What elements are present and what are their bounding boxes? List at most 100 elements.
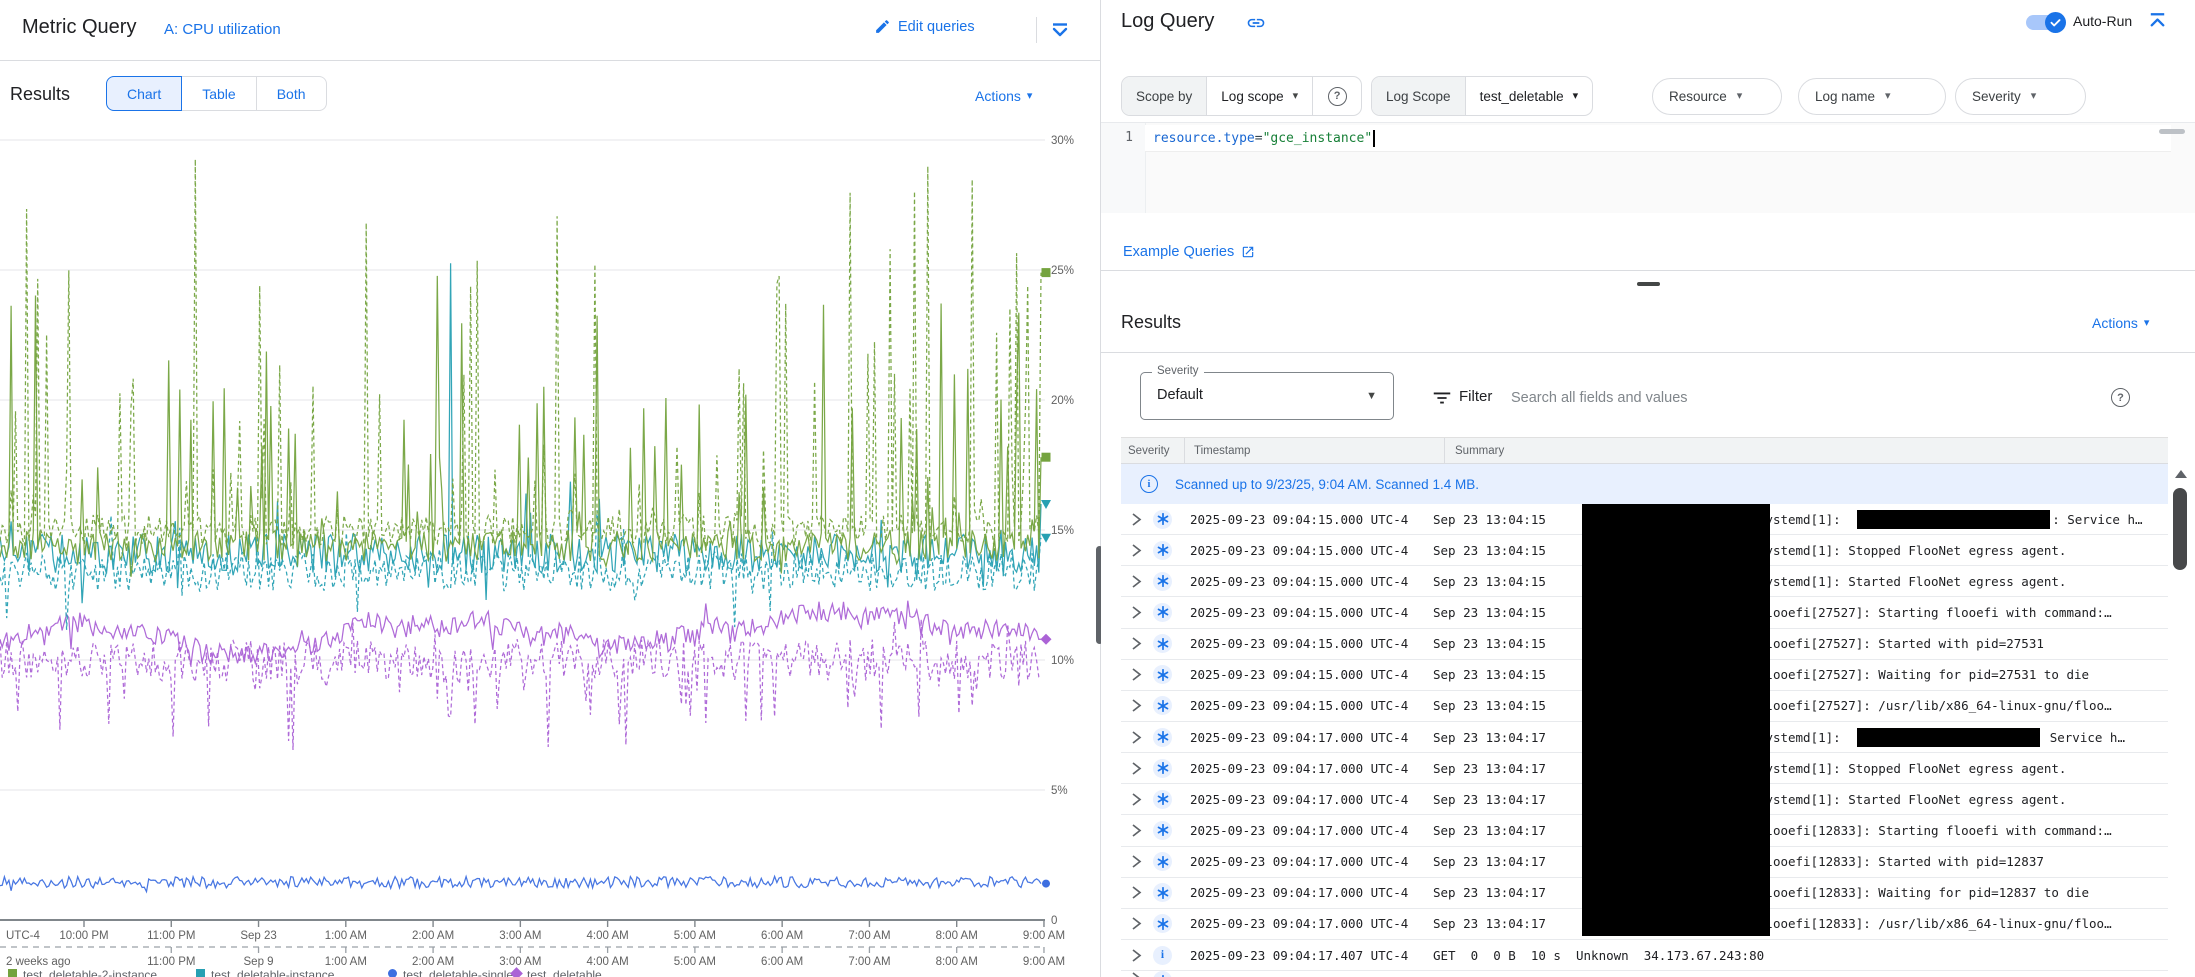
scan-status-banner: i Scanned up to 9/23/25, 9:04 AM. Scanne… (1121, 464, 2168, 504)
log-summary: Sep 23 13:04:15flooefi[27527]: Starting … (1433, 605, 2168, 620)
pill-label: Resource (1669, 89, 1727, 104)
summary-prefix: Sep 23 13:04:15 (1433, 512, 1546, 527)
auto-run-toggle[interactable] (2026, 12, 2066, 32)
expand-chevron-icon[interactable] (1131, 916, 1145, 931)
example-queries-link[interactable]: Example Queries (1123, 244, 1255, 260)
summary-text: Service h… (2042, 730, 2125, 745)
expand-chevron-icon[interactable] (1131, 948, 1145, 963)
column-header-summary[interactable]: Summary (1445, 438, 2168, 463)
expand-chevron-icon[interactable] (1131, 574, 1145, 589)
scroll-up-arrow[interactable] (2175, 470, 2187, 478)
summary-prefix: Sep 23 13:04:17 (1433, 730, 1546, 745)
pill-resource[interactable]: Resource▾ (1652, 78, 1782, 115)
summary-text: systemd[1]: (1758, 730, 1848, 745)
cpu-utilization-chart[interactable]: 5%10%15%20%25%30%0UTC-410:00 PM11:00 PMS… (0, 0, 1100, 977)
expand-chevron-icon[interactable] (1131, 512, 1145, 527)
svg-text:25%: 25% (1051, 265, 1074, 277)
summary-prefix: Sep 23 13:04:15 (1433, 636, 1546, 651)
svg-text:1:00 AM: 1:00 AM (325, 956, 367, 968)
redaction-box (1582, 504, 1770, 936)
link-icon[interactable] (1246, 13, 1266, 33)
log-summary: Sep 23 13:04:17systemd[1]: Started FlooN… (1433, 792, 2168, 807)
info-icon: i (1140, 475, 1158, 493)
open-in-new-icon (1241, 245, 1255, 259)
severity-default-icon (1153, 852, 1172, 871)
auto-run-label: Auto-Run (2073, 13, 2132, 29)
log-results-title: Results (1121, 312, 1181, 333)
log-actions-label: Actions (2092, 315, 2138, 331)
expand-chevron-icon[interactable] (1131, 698, 1145, 713)
expand-chevron-icon[interactable] (1131, 854, 1145, 869)
severity-default-icon (1153, 728, 1172, 747)
chevron-down-icon: ▾ (1573, 91, 1579, 102)
expand-chevron-icon[interactable] (1131, 792, 1145, 807)
svg-text:UTC-4: UTC-4 (6, 930, 40, 942)
legend-item[interactable]: test_deletable-instance (196, 968, 334, 977)
divider (1101, 270, 2195, 271)
svg-text:3:00 AM: 3:00 AM (499, 930, 541, 942)
log-row[interactable]: i2025-09-23 09:04:17.407 UTC-4GET 0 0 B … (1121, 940, 2168, 971)
panel-resize-handle[interactable] (1637, 282, 1660, 286)
expand-chevron-icon[interactable] (1131, 636, 1145, 651)
svg-text:1:00 AM: 1:00 AM (325, 930, 367, 942)
log-timestamp: 2025-09-23 09:04:15.000 UTC-4 (1190, 667, 1433, 682)
editor-code-line[interactable]: resource.type="gce_instance" (1145, 125, 2171, 152)
severity-select-value: Default (1157, 387, 1203, 403)
log-scope-label: Log Scope (1372, 77, 1466, 115)
scope-help-button[interactable]: ? (1312, 77, 1361, 115)
column-header-severity[interactable]: Severity (1121, 438, 1185, 463)
summary-text: flooefi[27527]: Starting flooefi with co… (1758, 605, 2112, 620)
expand-chevron-icon[interactable] (1131, 605, 1145, 620)
search-input[interactable] (1509, 381, 2073, 415)
legend-item[interactable]: test_deletable (512, 968, 602, 977)
log-timestamp: 2025-09-23 09:04:17.000 UTC-4 (1190, 854, 1433, 869)
log-actions-button[interactable]: Actions ▾ (2092, 315, 2149, 331)
expand-chevron-icon[interactable] (1131, 823, 1145, 838)
collapse-up-icon[interactable] (2146, 9, 2169, 32)
severity-default-icon (1153, 883, 1172, 902)
column-header-timestamp[interactable]: Timestamp (1185, 438, 1445, 463)
svg-text:2 weeks ago: 2 weeks ago (6, 956, 71, 968)
log-scope-dropdown-value: test_deletable (1480, 89, 1564, 104)
severity-default-icon (1153, 821, 1172, 840)
scope-dropdown[interactable]: Log scope ▾ (1207, 77, 1312, 115)
divider (1101, 352, 2195, 353)
expand-chevron-icon[interactable] (1131, 761, 1145, 776)
log-summary: Sep 23 13:04:17flooefi[12833]: /usr/lib/… (1433, 916, 2168, 931)
log-query-panel: Log Query Auto-Run Scope by Log scope ▾ … (1101, 0, 2195, 977)
series-end-marker (1041, 500, 1051, 509)
log-timestamp: 2025-09-23 09:04:17.000 UTC-4 (1190, 823, 1433, 838)
summary-prefix: Sep 23 13:04:17 (1433, 823, 1546, 838)
severity-select[interactable]: Severity Default ▼ (1140, 372, 1394, 420)
query-editor[interactable]: 1 resource.type="gce_instance" (1101, 122, 2195, 213)
pill-severity[interactable]: Severity▾ (1955, 78, 2086, 115)
editor-scrollbar[interactable] (2159, 129, 2185, 134)
expand-chevron-icon[interactable] (1131, 730, 1145, 745)
series-end-marker (1041, 534, 1051, 543)
svg-text:9:00 AM: 9:00 AM (1023, 930, 1065, 942)
code-operator: = (1255, 131, 1263, 146)
filter-help-button[interactable]: ? (2111, 388, 2130, 407)
expand-chevron-icon[interactable] (1131, 667, 1145, 682)
pill-log-name[interactable]: Log name▾ (1798, 78, 1946, 115)
table-header: Severity Timestamp Summary (1121, 437, 2168, 464)
scope-dropdown-value: Log scope (1221, 89, 1283, 104)
legend-item[interactable]: test_deletable-single (388, 968, 513, 977)
legend-marker-icon (510, 967, 523, 977)
legend-label: test_deletable (527, 968, 602, 977)
severity-default-icon (1153, 696, 1172, 715)
summary-text: flooefi[27527]: Waiting for pid=27531 to… (1758, 667, 2089, 682)
log-timestamp: 2025-09-23 09:04:15.000 UTC-4 (1190, 574, 1433, 589)
vertical-scrollbar[interactable] (2168, 437, 2195, 977)
log-row[interactable] (1121, 971, 2168, 977)
expand-chevron-icon[interactable] (1131, 543, 1145, 558)
scrollbar-thumb[interactable] (2173, 488, 2187, 570)
expand-chevron-icon[interactable] (1131, 971, 1145, 977)
svg-text:9:00 AM: 9:00 AM (1023, 956, 1065, 968)
svg-text:11:00 PM: 11:00 PM (147, 956, 195, 968)
legend-item[interactable]: test_deletable-2-instance (8, 968, 157, 977)
log-summary: Sep 23 13:04:15flooefi[27527]: Started w… (1433, 636, 2168, 651)
log-scope-dropdown[interactable]: test_deletable ▾ (1466, 77, 1593, 115)
scope-by-label: Scope by (1122, 77, 1207, 115)
expand-chevron-icon[interactable] (1131, 885, 1145, 900)
